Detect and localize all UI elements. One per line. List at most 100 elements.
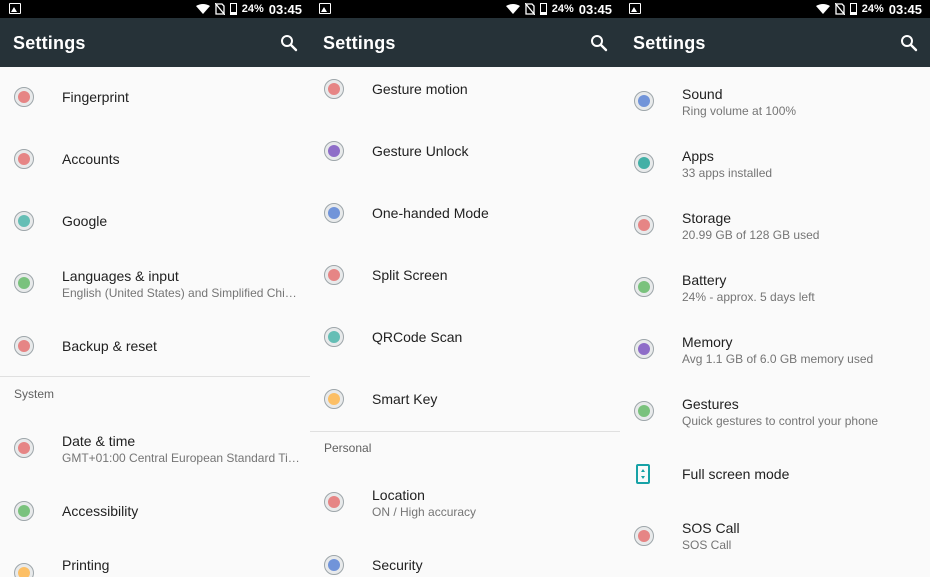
setting-battery[interactable]: Battery 24% - approx. 5 days left (620, 259, 930, 321)
setting-summary: SOS Call (682, 538, 732, 552)
location-icon (324, 492, 344, 512)
smart-key-icon (324, 389, 344, 409)
wifi-icon (195, 4, 210, 14)
setting-full-screen-mode[interactable]: Full screen mode (620, 445, 930, 503)
setting-fingerprint[interactable]: Fingerprint (0, 67, 310, 129)
sos-icon (634, 526, 654, 546)
setting-gesture-motion[interactable]: Gesture motion (310, 67, 620, 119)
clock: 03:45 (578, 1, 612, 17)
settings-panel-1: 24% 03:45 Settings Fingerprint Accounts … (0, 0, 310, 577)
setting-languages-input[interactable]: Languages & input English (United States… (0, 253, 310, 317)
battery-percent: 24% (551, 3, 574, 15)
gesture-unlock-icon (324, 141, 344, 161)
setting-accessibility[interactable]: Accessibility (0, 481, 310, 541)
setting-sound[interactable]: Sound Ring volume at 100% (620, 73, 930, 135)
security-icon (324, 555, 344, 575)
setting-smart-key[interactable]: Smart Key (310, 367, 620, 429)
page-title: Settings (323, 33, 396, 53)
setting-sos-call[interactable]: SOS Call SOS Call (620, 503, 930, 577)
clock: 03:45 (888, 1, 922, 17)
setting-location[interactable]: Location ON / High accuracy (310, 471, 620, 535)
qrcode-icon (324, 327, 344, 347)
memory-icon (634, 339, 654, 359)
no-sim-icon (214, 3, 225, 15)
setting-storage[interactable]: Storage 20.99 GB of 128 GB used (620, 197, 930, 259)
setting-one-handed-mode[interactable]: One-handed Mode (310, 181, 620, 243)
setting-label: Memory (682, 334, 733, 350)
page-title: Settings (633, 33, 706, 53)
battery-icon (229, 3, 237, 15)
setting-split-screen[interactable]: Split Screen (310, 243, 620, 305)
status-bar: 24% 03:45 (620, 0, 930, 18)
setting-label: Gesture Unlock (372, 143, 469, 159)
setting-label: Storage (682, 210, 732, 226)
setting-label: Battery (682, 272, 727, 288)
no-sim-icon (524, 3, 535, 15)
search-icon[interactable] (900, 34, 918, 52)
setting-label: Gestures (682, 396, 739, 412)
gesture-motion-icon (324, 79, 344, 99)
setting-gesture-unlock[interactable]: Gesture Unlock (310, 119, 620, 181)
clock-icon (14, 438, 34, 458)
setting-google[interactable]: Google (0, 191, 310, 253)
setting-security[interactable]: Security (310, 535, 620, 577)
section-divider (310, 431, 620, 432)
setting-label: Google (62, 213, 108, 229)
setting-accounts[interactable]: Accounts (0, 129, 310, 191)
setting-label: Full screen mode (682, 466, 790, 482)
search-icon[interactable] (590, 34, 608, 52)
setting-label: Split Screen (372, 267, 448, 283)
setting-summary: Ring volume at 100% (682, 104, 797, 118)
section-title-personal: Personal (324, 441, 372, 455)
setting-gestures[interactable]: Gestures Quick gestures to control your … (620, 383, 930, 445)
setting-label: Sound (682, 86, 723, 102)
settings-panel-2: 24% 03:45 Settings Gesture motion Gestur… (310, 0, 620, 577)
setting-summary: 20.99 GB of 128 GB used (682, 228, 820, 242)
accessibility-icon (14, 501, 34, 521)
language-icon (14, 273, 34, 293)
setting-summary: Avg 1.1 GB of 6.0 GB memory used (682, 352, 874, 366)
setting-summary: Quick gestures to control your phone (682, 414, 879, 428)
setting-summary: English (United States) and Simplified C… (62, 286, 297, 300)
setting-label: Date & time (62, 433, 136, 449)
fingerprint-icon (14, 87, 34, 107)
app-bar: Settings (0, 18, 310, 67)
setting-date-time[interactable]: Date & time GMT+01:00 Central European S… (0, 417, 310, 481)
storage-icon (634, 215, 654, 235)
battery-icon (539, 3, 547, 15)
section-divider (0, 376, 310, 377)
setting-summary: ON / High accuracy (372, 505, 477, 519)
apps-icon (634, 153, 654, 173)
battery-icon (849, 3, 857, 15)
page-title: Settings (13, 33, 86, 53)
clock: 03:45 (268, 1, 302, 17)
app-bar: Settings (620, 18, 930, 67)
setting-label: Smart Key (372, 391, 438, 407)
image-notification-icon (319, 3, 331, 14)
search-icon[interactable] (280, 34, 298, 52)
setting-summary: 33 apps installed (682, 166, 773, 180)
setting-backup-reset[interactable]: Backup & reset (0, 317, 310, 375)
google-icon (14, 211, 34, 231)
setting-label: SOS Call (682, 520, 740, 536)
backup-icon (14, 336, 34, 356)
setting-printing[interactable]: Printing (0, 541, 310, 577)
setting-label: Gesture motion (372, 81, 468, 97)
setting-qrcode-scan[interactable]: QRCode Scan (310, 305, 620, 367)
battery-percent: 24% (241, 3, 264, 15)
setting-label: QRCode Scan (372, 329, 463, 345)
setting-label: Accounts (62, 151, 120, 167)
settings-panel-3: 24% 03:45 Settings Sound Ring volume at … (620, 0, 930, 577)
app-bar: Settings (310, 18, 620, 67)
status-bar: 24% 03:45 (0, 0, 310, 18)
gestures-icon (634, 401, 654, 421)
wifi-icon (815, 4, 830, 14)
setting-label: Printing (62, 557, 110, 573)
setting-memory[interactable]: Memory Avg 1.1 GB of 6.0 GB memory used (620, 321, 930, 383)
wifi-icon (505, 4, 520, 14)
sound-icon (634, 91, 654, 111)
setting-label: Accessibility (62, 503, 139, 519)
image-notification-icon (629, 3, 641, 14)
setting-label: Location (372, 487, 425, 503)
setting-apps[interactable]: Apps 33 apps installed (620, 135, 930, 197)
